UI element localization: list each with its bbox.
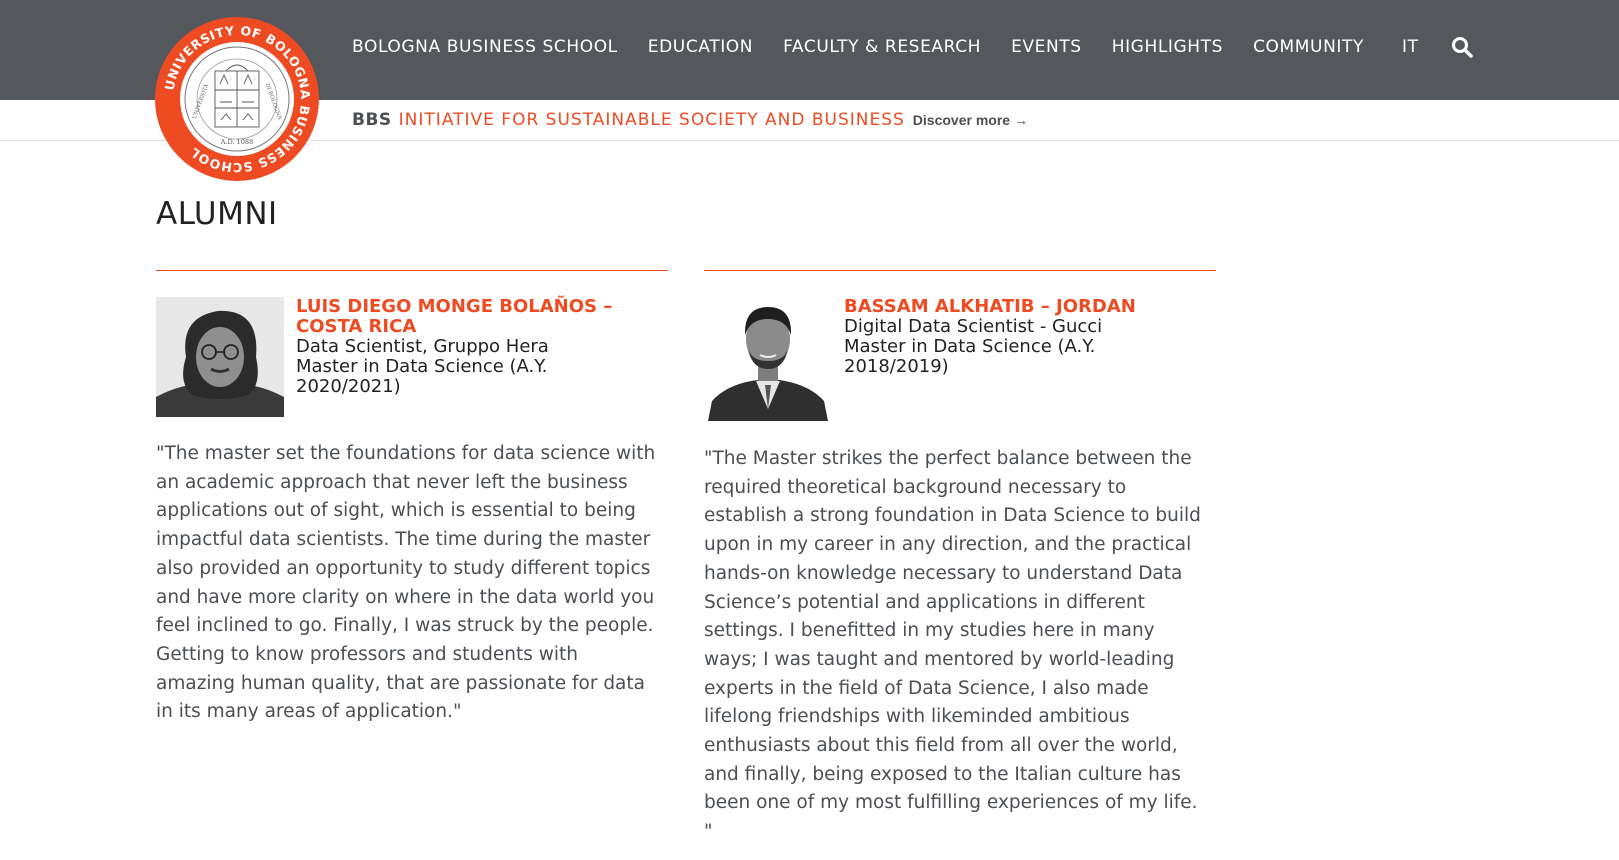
alumni-name: BASSAM ALKHATIB – JORDAN <box>844 296 1136 317</box>
alumni-info: BASSAM ALKHATIB – JORDAN Digital Data Sc… <box>844 297 1194 377</box>
main-nav: BOLOGNA BUSINESS SCHOOL EDUCATION FACULT… <box>352 36 1473 58</box>
page-title: ALUMNI <box>156 196 278 232</box>
nav-item-faculty-research[interactable]: FACULTY & RESEARCH <box>783 37 981 57</box>
alumni-photo <box>156 297 284 417</box>
nav-item-education[interactable]: EDUCATION <box>648 37 753 57</box>
nav-item-bologna-business-school[interactable]: BOLOGNA BUSINESS SCHOOL <box>352 37 618 57</box>
alumni-card: LUIS DIEGO MONGE BOLAÑOS – COSTA RICA Da… <box>156 270 668 722</box>
svg-text:A.D. 1088: A.D. 1088 <box>220 138 253 146</box>
alumni-quote: "The master set the foundations for data… <box>156 443 656 723</box>
alumni-info: LUIS DIEGO MONGE BOLAÑOS – COSTA RICA Da… <box>296 297 646 397</box>
discover-more-link[interactable]: Discover more → <box>913 112 1028 128</box>
alumni-role: Digital Data Scientist - Gucci <box>844 316 1103 337</box>
banner-prefix: BBS <box>352 110 392 130</box>
alumni-program: Master in Data Science (A.Y. 2020/2021) <box>296 356 548 397</box>
search-icon[interactable] <box>1451 36 1473 58</box>
nav-item-community[interactable]: COMMUNITY <box>1253 37 1364 57</box>
alumni-quote: "The Master strikes the perfect balance … <box>704 448 1201 843</box>
alumni-program: Master in Data Science (A.Y. 2018/2019) <box>844 336 1096 377</box>
language-switch-link[interactable]: IT <box>1402 37 1419 57</box>
nav-item-highlights[interactable]: HIGHLIGHTS <box>1112 37 1223 57</box>
alumni-photo <box>704 297 832 421</box>
alumni-card: BASSAM ALKHATIB – JORDAN Digital Data Sc… <box>704 270 1216 842</box>
alumni-name: LUIS DIEGO MONGE BOLAÑOS – COSTA RICA <box>296 296 613 337</box>
banner-initiative-title[interactable]: INITIATIVE FOR SUSTAINABLE SOCIETY AND B… <box>399 110 905 130</box>
alumni-role: Data Scientist, Gruppo Hera <box>296 336 549 357</box>
university-logo[interactable]: UNIVERSITY OF BOLOGNA BUSINESS SCHOOL A.… <box>154 16 320 182</box>
nav-item-events[interactable]: EVENTS <box>1011 37 1082 57</box>
